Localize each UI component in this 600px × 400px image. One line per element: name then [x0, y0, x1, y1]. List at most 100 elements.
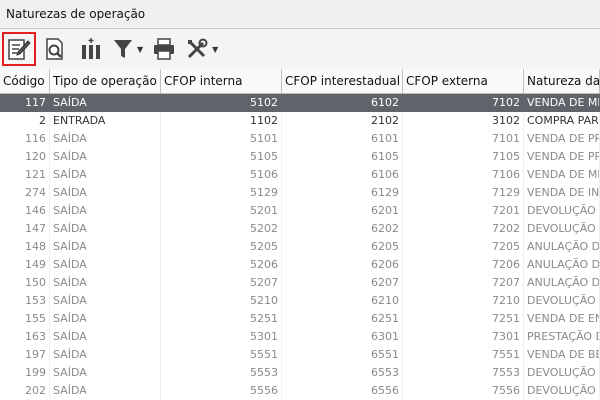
table-row[interactable]: 274 SAÍDA 5129 6129 7129 VENDA DE INS — [0, 184, 600, 202]
cell-tipo: SAÍDA — [50, 166, 161, 184]
cell-cfop-externa: 7210 — [403, 292, 524, 310]
cell-codigo: 120 — [0, 148, 50, 166]
columns-button[interactable] — [74, 32, 108, 66]
column-header-tipo[interactable]: Tipo de operação — [50, 69, 161, 93]
cell-cfop-externa: 7206 — [403, 256, 524, 274]
column-header-cfop-externa[interactable]: CFOP externa — [403, 69, 524, 93]
toolbar: ▼ ▼ — [0, 29, 600, 70]
cell-natureza: VENDA DE PR — [524, 130, 600, 148]
cell-cfop-externa: 7129 — [403, 184, 524, 202]
printer-icon — [154, 38, 175, 60]
cell-natureza: VENDA DE PR — [524, 148, 600, 166]
cell-tipo: SAÍDA — [50, 202, 161, 220]
filter-button[interactable] — [110, 32, 136, 66]
cell-cfop-interestadual: 6251 — [282, 310, 403, 328]
cell-codigo: 148 — [0, 238, 50, 256]
edit-button[interactable] — [2, 32, 36, 66]
cell-cfop-externa: 7101 — [403, 130, 524, 148]
table-row[interactable]: 199 SAÍDA 5553 6553 7553 DEVOLUÇÃO — [0, 364, 600, 382]
column-header-codigo[interactable]: Código — [0, 69, 50, 93]
cell-codigo: 121 — [0, 166, 50, 184]
cell-cfop-interna: 5210 — [161, 292, 282, 310]
cell-tipo: SAÍDA — [50, 346, 161, 364]
cell-cfop-externa: 7553 — [403, 364, 524, 382]
cell-cfop-interestadual: 6301 — [282, 328, 403, 346]
cell-cfop-interna: 5202 — [161, 220, 282, 238]
cell-tipo: SAÍDA — [50, 328, 161, 346]
cell-codigo: 150 — [0, 274, 50, 292]
cell-natureza: DEVOLUÇÃO — [524, 220, 600, 238]
cell-cfop-interestadual: 6556 — [282, 382, 403, 400]
cell-natureza: VENDA DE EN — [524, 310, 600, 328]
cell-natureza: DEVOLUÇÃO — [524, 202, 600, 220]
cell-cfop-interestadual: 6129 — [282, 184, 403, 202]
table-row[interactable]: 147 SAÍDA 5202 6202 7202 DEVOLUÇÃO — [0, 220, 600, 238]
column-header-natureza[interactable]: Natureza da — [524, 69, 600, 93]
table-row[interactable]: 153 SAÍDA 5210 6210 7210 DEVOLUÇÃO — [0, 292, 600, 310]
cell-cfop-interestadual: 6102 — [282, 94, 403, 112]
cell-codigo: 149 — [0, 256, 50, 274]
table-row[interactable]: 155 SAÍDA 5251 6251 7251 VENDA DE EN — [0, 310, 600, 328]
cell-cfop-externa: 7556 — [403, 382, 524, 400]
cell-codigo: 146 — [0, 202, 50, 220]
cell-cfop-externa: 7105 — [403, 148, 524, 166]
cell-cfop-interestadual: 6551 — [282, 346, 403, 364]
cell-cfop-interna: 5251 — [161, 310, 282, 328]
table-row[interactable]: 116 SAÍDA 5101 6101 7101 VENDA DE PR — [0, 130, 600, 148]
cell-natureza: ANULAÇÃO D — [524, 274, 600, 292]
cell-cfop-interestadual: 6206 — [282, 256, 403, 274]
cell-codigo: 2 — [0, 112, 50, 130]
table-row[interactable]: 2 ENTRADA 1102 2102 3102 COMPRA PAR — [0, 112, 600, 130]
filter-dropdown[interactable]: ▼ — [110, 32, 143, 66]
grid-header: Código Tipo de operação CFOP interna CFO… — [0, 69, 600, 94]
cell-natureza: VENDA DE BE — [524, 346, 600, 364]
cell-codigo: 163 — [0, 328, 50, 346]
table-row[interactable]: 197 SAÍDA 5551 6551 7551 VENDA DE BE — [0, 346, 600, 364]
funnel-icon — [114, 40, 132, 58]
column-header-cfop-interna[interactable]: CFOP interna — [161, 69, 282, 93]
cell-natureza: COMPRA PAR — [524, 112, 600, 130]
cell-cfop-interestadual: 6207 — [282, 274, 403, 292]
table-row[interactable]: 150 SAÍDA 5207 6207 7207 ANULAÇÃO D — [0, 274, 600, 292]
cell-cfop-interestadual: 6106 — [282, 166, 403, 184]
tools-dropdown[interactable]: ▼ — [183, 32, 218, 66]
view-button[interactable] — [38, 32, 72, 66]
table-row[interactable]: 120 SAÍDA 5105 6105 7105 VENDA DE PR — [0, 148, 600, 166]
window-title: Naturezas de operação — [0, 0, 600, 29]
chevron-down-icon[interactable]: ▼ — [137, 45, 143, 54]
cell-cfop-interna: 5105 — [161, 148, 282, 166]
cell-cfop-interna: 5205 — [161, 238, 282, 256]
cell-cfop-interna: 5551 — [161, 346, 282, 364]
cell-codigo: 202 — [0, 382, 50, 400]
tools-button[interactable] — [183, 32, 211, 66]
table-row[interactable]: 146 SAÍDA 5201 6201 7201 DEVOLUÇÃO — [0, 202, 600, 220]
table-row[interactable]: 149 SAÍDA 5206 6206 7206 ANULAÇÃO D — [0, 256, 600, 274]
magnify-document-icon — [46, 38, 63, 60]
table-row[interactable]: 121 SAÍDA 5106 6106 7106 VENDA DE ME — [0, 166, 600, 184]
operations-grid: Código Tipo de operação CFOP interna CFO… — [0, 69, 600, 400]
grid-body: 117 SAÍDA 5102 6102 7102 VENDA DE ME 2 ENTRADA 1… — [0, 94, 600, 400]
columns-icon — [82, 38, 100, 59]
cell-tipo: SAÍDA — [50, 256, 161, 274]
table-row[interactable]: 163 SAÍDA 5301 6301 7301 PRESTAÇÃO D — [0, 328, 600, 346]
cell-cfop-externa: 7106 — [403, 166, 524, 184]
tools-icon — [188, 38, 208, 59]
cell-cfop-interna: 5102 — [161, 94, 282, 112]
cell-cfop-interna: 5301 — [161, 328, 282, 346]
cell-tipo: SAÍDA — [50, 238, 161, 256]
table-row[interactable]: 148 SAÍDA 5205 6205 7205 ANULAÇÃO D — [0, 238, 600, 256]
edit-document-icon — [8, 39, 31, 60]
cell-natureza: DEVOLUÇÃO — [524, 382, 600, 400]
table-row[interactable]: 202 SAÍDA 5556 6556 7556 DEVOLUÇÃO — [0, 382, 600, 400]
cell-cfop-interna: 5101 — [161, 130, 282, 148]
column-header-cfop-interestadual[interactable]: CFOP interestadual — [282, 69, 403, 93]
chevron-down-icon[interactable]: ▼ — [212, 45, 218, 54]
cell-natureza: PRESTAÇÃO D — [524, 328, 600, 346]
cell-cfop-externa: 3102 — [403, 112, 524, 130]
print-button[interactable] — [147, 32, 181, 66]
cell-cfop-interestadual: 2102 — [282, 112, 403, 130]
cell-cfop-externa: 7202 — [403, 220, 524, 238]
cell-cfop-interestadual: 6201 — [282, 202, 403, 220]
cell-cfop-interestadual: 6553 — [282, 364, 403, 382]
table-row[interactable]: 117 SAÍDA 5102 6102 7102 VENDA DE ME — [0, 94, 600, 112]
